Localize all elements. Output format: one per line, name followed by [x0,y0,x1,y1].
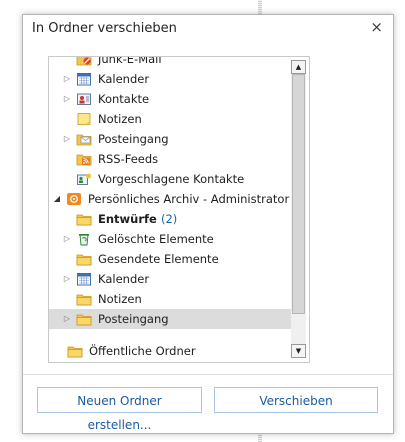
tree-item-label: Junk-E-Mail [98,56,162,66]
scroll-down-button[interactable]: ▼ [291,344,306,358]
tree-item-label: Vorgeschlagene Kontakte [98,172,245,186]
notes-icon [77,113,91,125]
tree-item-label: RSS-Feeds [98,152,159,166]
tree-item-label: Notizen [98,292,142,306]
tree-item[interactable]: Junk-E-Mail [49,56,292,69]
public-folders-label: Öffentliche Ordner [89,344,196,358]
tree-item[interactable]: Notizen [49,289,292,309]
tree-item[interactable]: Gesendete Elemente [49,249,292,269]
inbox-icon [76,134,92,146]
tree-item-label: Gelöschte Elemente [98,232,214,246]
junk-folder-icon [76,57,92,66]
new-folder-button[interactable]: Neuen Ordner erstellen... [37,387,202,432]
expand-arrow-icon[interactable]: ▷ [63,314,71,324]
tree-item[interactable]: ▷ Kalender [49,269,292,289]
move-to-folder-dialog: In Ordner verschieben × Junk-E-Mail ▷ Kale… [22,14,394,434]
tree-item[interactable]: ◢ Persönliches Archiv - Administrator [49,189,292,209]
tree-item-label: Kalender [98,72,150,86]
tree-item[interactable]: ▷ Posteingang [49,129,292,149]
unread-count: (2) [161,212,178,226]
tree-item-label: Posteingang [98,312,169,326]
tree-item[interactable]: ▷ Kalender [49,69,292,89]
expand-arrow-icon[interactable]: ▷ [63,74,71,84]
tree-item-label: Kalender [98,272,150,286]
tree-item-label: Posteingang [98,132,169,146]
folder-icon [67,346,83,358]
footer-divider [23,374,393,375]
tree-item[interactable]: ▷ Gelöschte Elemente [49,229,292,249]
expand-arrow-icon[interactable]: ▷ [63,274,71,284]
close-icon[interactable]: × [370,18,383,36]
expand-arrow-icon[interactable]: ▷ [63,134,71,144]
folder-tree[interactable]: Junk-E-Mail ▷ Kalender ▷ Kontakte Notizen ▷ Pos… [48,56,310,363]
tree-item-label: Notizen [98,112,142,126]
tree-item-label: Kontakte [98,92,150,106]
collapse-arrow-icon[interactable]: ◢ [53,194,61,204]
folder-icon [76,254,92,266]
folder-icon [76,214,92,226]
tree-item[interactable]: ▷ Kontakte [49,89,292,109]
tree-item[interactable]: Notizen [49,109,292,129]
tree-item[interactable]: Vorgeschlagene Kontakte [49,169,292,189]
tree-item-label: Entwürfe [98,212,157,226]
tree-item-label: Gesendete Elemente [98,252,219,266]
tree-item[interactable]: RSS-Feeds [49,149,292,169]
suggested-contacts-icon [77,173,91,185]
calendar-icon [77,73,91,86]
expand-arrow-icon[interactable]: ▷ [63,94,71,104]
folder-icon [76,314,92,326]
calendar-icon [77,273,91,286]
contacts-icon [77,93,91,105]
recycle-icon [79,234,89,246]
dialog-title: In Ordner verschieben [32,21,177,36]
expand-arrow-icon[interactable]: ▷ [63,234,71,244]
tree-item[interactable]: ▷ Posteingang [49,309,292,329]
rss-icon [76,154,92,166]
scrollbar-thumb[interactable] [292,74,305,314]
scroll-up-button[interactable]: ▲ [291,60,306,74]
move-button[interactable]: Verschieben [214,387,378,413]
archive-icon [67,193,81,205]
tree-scrollbar[interactable]: ▲ ▼ [291,60,306,358]
tree-item-label: Persönliches Archiv - Administrator [88,192,290,206]
tree-item[interactable]: Entwürfe (2) [49,209,292,229]
folder-icon [76,294,92,306]
public-folders-item[interactable]: Öffentliche Ordner [67,344,196,358]
